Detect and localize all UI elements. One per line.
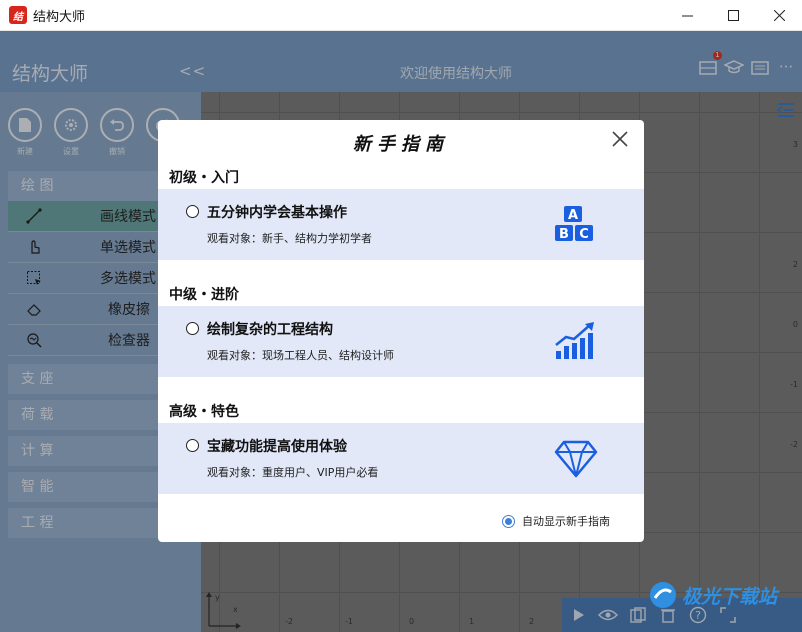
window-titlebar: 结 结构大师 — [0, 0, 802, 31]
beginner-guide-dialog: 新手指南 初级・入门 五分钟内学会基本操作 观看对象：新手、结构力学初学者 A … — [158, 120, 644, 542]
close-icon[interactable] — [610, 129, 630, 149]
dialog-title: 新手指南 — [353, 134, 449, 155]
app-logo-icon: 结 — [9, 6, 27, 24]
level-heading-intermediate: 中级・进阶 — [169, 287, 239, 303]
block-letter-b: B — [559, 227, 569, 242]
block-letter-c: C — [579, 227, 589, 242]
card-subtitle: 观看对象：重度用户、VIP用户必看 — [207, 466, 379, 479]
window-title: 结构大师 — [33, 9, 86, 25]
level-heading-beginner: 初级・入门 — [169, 170, 239, 186]
guide-card-intermediate[interactable]: 绘制复杂的工程结构 观看对象：现场工程人员、结构设计师 — [158, 306, 644, 377]
card-radio[interactable] — [186, 205, 199, 218]
auto-show-radio[interactable] — [502, 514, 515, 528]
auto-show-option[interactable]: 自动显示新手指南 — [502, 513, 610, 529]
diamond-icon — [554, 440, 598, 478]
watermark-text: 极光下载站 — [682, 585, 778, 608]
block-letter-a: A — [568, 208, 578, 223]
card-radio[interactable] — [186, 439, 199, 452]
card-title: 宝藏功能提高使用体验 — [207, 439, 347, 455]
maximize-button[interactable] — [710, 0, 756, 31]
card-radio[interactable] — [186, 322, 199, 335]
card-subtitle: 观看对象：新手、结构力学初学者 — [207, 232, 372, 245]
watermark-logo-icon — [650, 582, 676, 608]
abc-blocks-icon: A B C — [555, 206, 593, 242]
card-subtitle: 观看对象：现场工程人员、结构设计师 — [207, 349, 394, 362]
close-window-button[interactable] — [756, 0, 802, 31]
guide-card-beginner[interactable]: 五分钟内学会基本操作 观看对象：新手、结构力学初学者 A B C — [158, 189, 644, 260]
level-heading-advanced: 高级・特色 — [169, 404, 239, 420]
close-icon — [773, 10, 785, 21]
auto-show-label: 自动显示新手指南 — [522, 515, 610, 528]
minimize-icon — [681, 15, 693, 17]
watermark: 极光下载站 — [648, 580, 777, 610]
card-title: 绘制复杂的工程结构 — [207, 322, 333, 338]
card-title: 五分钟内学会基本操作 — [207, 205, 347, 221]
growth-chart-icon — [555, 322, 594, 359]
maximize-icon — [727, 10, 739, 21]
guide-card-advanced[interactable]: 宝藏功能提高使用体验 观看对象：重度用户、VIP用户必看 — [158, 423, 644, 494]
minimize-button[interactable] — [664, 0, 710, 31]
